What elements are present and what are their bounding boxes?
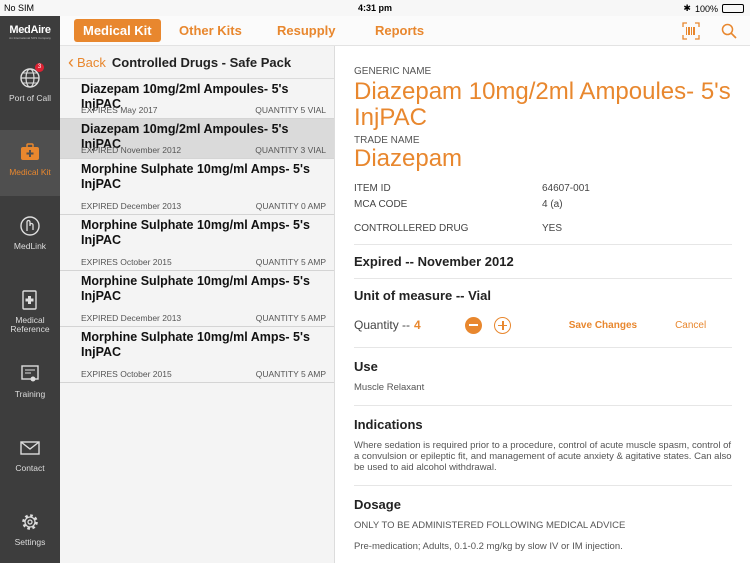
item-quantity: QUANTITY 0 AMP [255,201,326,211]
controlled-drug-value: YES [542,222,563,234]
globe-icon: 3 [18,63,44,90]
list-item[interactable]: Morphine Sulphate 10mg/ml Amps- 5's InjP… [60,215,334,271]
cancel-button[interactable]: Cancel [675,320,706,331]
tab-other-kits[interactable]: Other Kits [179,19,242,42]
list-item[interactable]: Morphine Sulphate 10mg/ml Amps- 5's InjP… [60,159,334,215]
controlled-drug-row: CONTROLLERED DRUG YES [354,220,732,236]
item-quantity: QUANTITY 5 AMP [255,369,326,379]
item-expiry: EXPIRES October 2015 [81,369,172,379]
search-icon[interactable] [720,22,738,40]
item-name: Morphine Sulphate 10mg/ml Amps- 5's InjP… [81,274,310,303]
dosage-heading: Dosage [354,497,401,512]
dosage-text: Pre-medication; Adults, 0.1-0.2 mg/kg by… [354,541,623,552]
drug-detail-pane: GENERIC NAME Diazepam 10mg/2ml Ampoules-… [336,46,750,563]
logo-subtext: An International SOS Company [9,36,51,40]
mca-code-label: MCA CODE [354,198,408,210]
sidebar-item-medical-kit[interactable]: Medical Kit [0,130,60,196]
back-button[interactable]: ‹ Back [68,53,106,71]
mca-code-value: 4 (a) [542,198,563,210]
quantity-stepper-row: Quantity -- 4 Save Changes Cancel [354,311,732,339]
item-name: Morphine Sulphate 10mg/ml Amps- 5's InjP… [81,330,310,359]
status-right: ✱ 100% [683,3,744,14]
sidebar-item-label: Medical Kit [9,167,51,177]
medical-kit-icon [18,140,42,164]
drug-list-pane: ‹ Back Controlled Drugs - Safe Pack Diaz… [60,46,335,563]
tab-reports[interactable]: Reports [375,19,424,42]
item-expiry: EXPIRES May 2017 [81,105,158,115]
decrement-button[interactable] [464,316,482,334]
sidebar-item-label: Port of Call [8,93,52,103]
sidebar-item-label: Training [14,389,46,399]
expiry-status: Expired -- November 2012 [354,254,514,269]
mca-code-row: MCA CODE 4 (a) [354,196,732,212]
use-text: Muscle Relaxant [354,382,425,393]
trade-name: Diazepam [354,145,463,172]
reference-book-icon [18,288,42,312]
generic-name: Diazepam 10mg/2ml Ampoules- 5's InjPAC [354,78,731,131]
status-bar: No SIM 4:31 pm ✱ 100% [0,0,750,16]
sidebar-item-settings[interactable]: Settings [0,500,60,563]
use-heading: Use [354,359,378,374]
item-expiry: EXPIRED December 2013 [81,201,182,211]
item-quantity: QUANTITY 3 VIAL [255,145,326,155]
item-id-value: 64607-001 [542,182,590,194]
top-tab-bar: Medical Kit Other Kits Resupply Reports [60,16,750,46]
dosage-text: ONLY TO BE ADMINISTERED FOLLOWING MEDICA… [354,520,626,531]
gear-icon [18,510,42,534]
sidebar-item-medlink[interactable]: MedLink [0,204,60,270]
quantity-value: 4 [414,318,421,332]
back-label: Back [77,54,106,70]
sidebar-item-label: MedLink [13,241,47,251]
status-time: 4:31 pm [357,3,392,13]
item-expiry: EXPIRED December 2013 [81,313,182,323]
list-item-selected[interactable]: Diazepam 10mg/2ml Ampoules- 5's InjPAC E… [60,119,334,159]
battery-percent: 100% [694,3,718,14]
sidebar-item-label: Contact [15,463,45,473]
list-header: ‹ Back Controlled Drugs - Safe Pack [60,46,334,79]
increment-button[interactable] [493,316,511,334]
certificate-icon [18,362,42,386]
sidebar-item-medical-reference[interactable]: Medical Reference [0,278,60,344]
item-id-row: ITEM ID 64607-001 [354,180,732,196]
sidebar-item-port-of-call[interactable]: 3 Port of Call [0,56,60,122]
item-quantity: QUANTITY 5 AMP [255,313,326,323]
list-item[interactable]: Morphine Sulphate 10mg/ml Amps- 5's InjP… [60,327,334,383]
barcode-scan-icon[interactable] [682,22,700,40]
notification-badge: 3 [35,63,44,72]
app-logo: MedAire An International SOS Company [0,16,60,46]
generic-name-label: GENERIC NAME [354,66,432,77]
item-name: Morphine Sulphate 10mg/ml Amps- 5's InjP… [81,218,310,247]
sidebar-item-label: Medical Reference [10,315,50,334]
battery-icon [722,4,744,13]
quantity-label: Quantity -- [354,318,411,332]
chevron-left-icon: ‹ [68,52,74,72]
item-quantity: QUANTITY 5 VIAL [255,105,326,115]
envelope-icon [18,436,42,460]
indications-heading: Indications [354,417,423,432]
controlled-drug-label: CONTROLLERED DRUG [354,222,469,234]
tab-resupply[interactable]: Resupply [277,19,336,42]
item-name: Morphine Sulphate 10mg/ml Amps- 5's InjP… [81,162,310,191]
list-title: Controlled Drugs - Safe Pack [111,54,292,70]
list-item[interactable]: Diazepam 10mg/2ml Ampoules- 5's InjPAC E… [60,79,334,119]
indications-text: Where sedation is required prior to a pr… [354,440,732,473]
sidebar: MedAire An International SOS Company 3 P… [0,16,60,563]
item-expiry: EXPIRED November 2012 [81,145,182,155]
logo-text: MedAire [9,24,51,36]
tab-medical-kit[interactable]: Medical Kit [74,19,161,42]
item-quantity: QUANTITY 5 AMP [255,257,326,267]
item-expiry: EXPIRES October 2015 [81,257,172,267]
save-changes-button[interactable]: Save Changes [569,320,637,331]
item-id-label: ITEM ID [354,182,391,194]
unit-of-measure: Unit of measure -- Vial [354,288,492,303]
sidebar-item-label: Settings [14,537,46,547]
list-item[interactable]: Morphine Sulphate 10mg/ml Amps- 5's InjP… [60,271,334,327]
sidebar-item-training[interactable]: Training [0,352,60,418]
medlink-icon [18,214,42,238]
sidebar-item-contact[interactable]: Contact [0,426,60,492]
bluetooth-icon: ✱ [683,3,691,13]
